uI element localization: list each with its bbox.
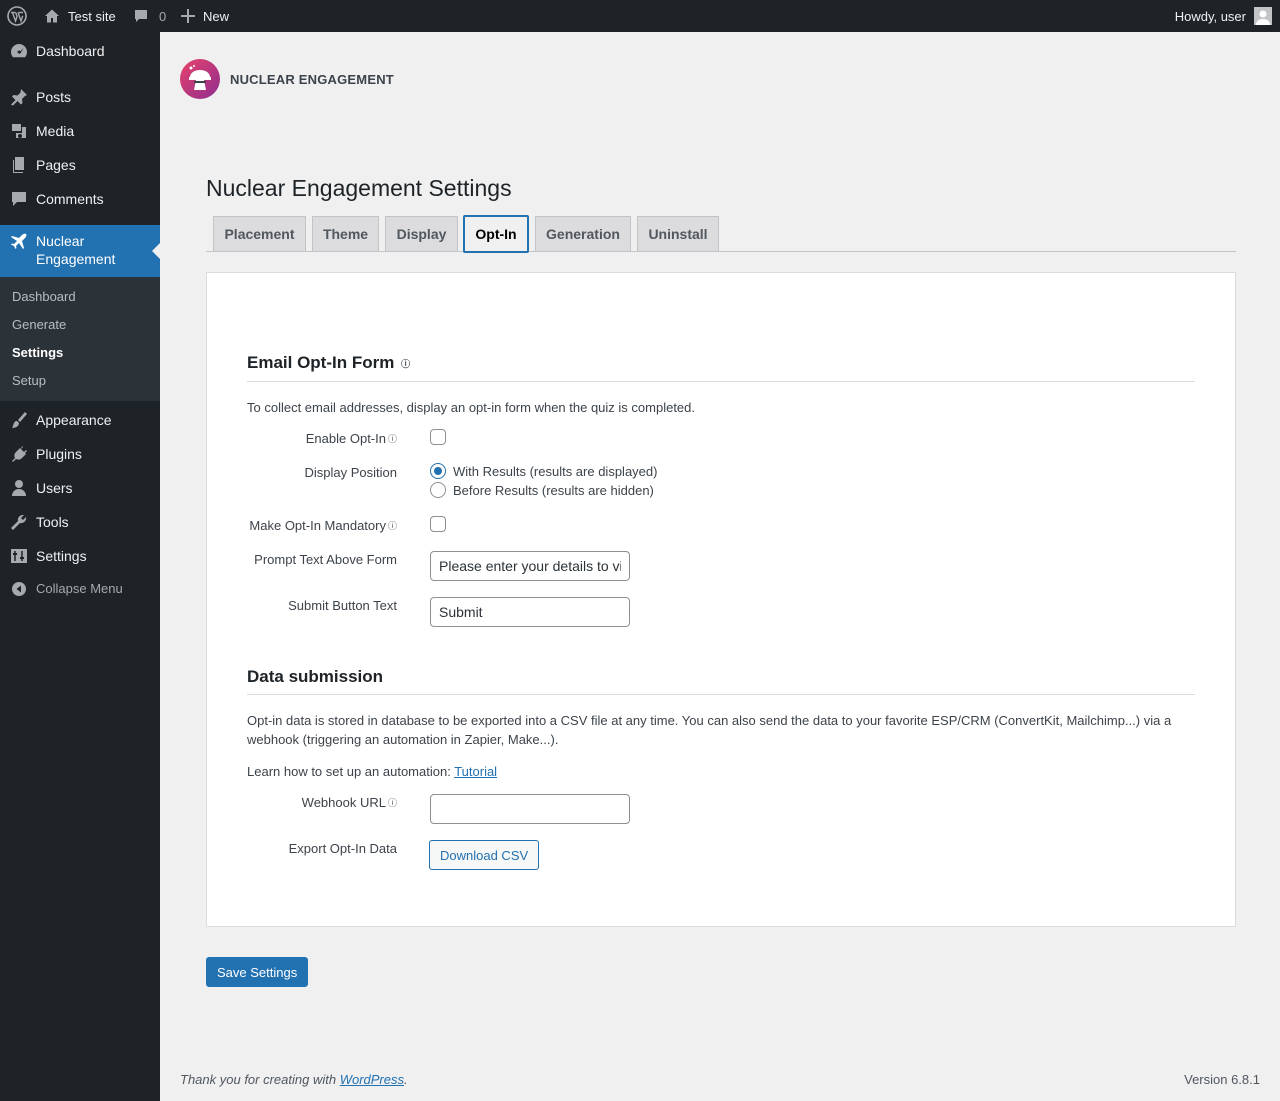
page-title: Nuclear Engagement Settings — [206, 175, 512, 201]
settings-tabs: Placement Theme Display Opt-In Generatio… — [206, 215, 1236, 253]
submenu-setup[interactable]: Setup — [12, 373, 46, 388]
pin-icon — [9, 87, 29, 107]
nuclear-submenu: Dashboard Generate Settings Setup — [0, 277, 160, 401]
optin-description: To collect email addresses, display an o… — [247, 400, 695, 415]
wordpress-link[interactable]: WordPress — [340, 1072, 404, 1087]
info-icon[interactable]: ⓘ — [388, 521, 397, 531]
webhook-url-input[interactable] — [430, 794, 630, 824]
tab-placement[interactable]: Placement — [213, 216, 306, 252]
footer-thanks-suffix: . — [404, 1072, 408, 1087]
comment-bubble-icon — [133, 8, 149, 24]
webhook-url-label: Webhook URL ⓘ — [302, 795, 397, 810]
optin-heading-text: Email Opt-In Form — [247, 353, 395, 372]
data-submission-description: Opt-in data is stored in database to be … — [247, 713, 1172, 747]
download-csv-button[interactable]: Download CSV — [429, 840, 540, 870]
display-position-label: Display Position — [304, 465, 398, 480]
save-settings-button[interactable]: Save Settings — [206, 957, 309, 987]
radio-button-checked[interactable] — [430, 463, 446, 479]
mandatory-optin-label-text: Make Opt-In Mandatory — [249, 518, 386, 533]
site-name-link[interactable]: Test site — [44, 0, 116, 32]
webhook-url-label-text: Webhook URL — [301, 795, 386, 810]
tab-theme[interactable]: Theme — [312, 216, 379, 252]
footer-thanks: Thank you for creating with WordPress. — [180, 1072, 408, 1087]
enable-optin-label: Enable Opt-In ⓘ — [306, 431, 397, 446]
menu-nuclear-engagement[interactable]: Nuclear Engagement — [0, 225, 160, 277]
admin-bar: Test site 0 New Howdy, user — [0, 0, 1280, 32]
current-menu-arrow — [152, 243, 160, 259]
nuclear-engagement-logo-icon — [180, 59, 220, 99]
new-content-link[interactable]: New — [181, 0, 229, 32]
new-label: New — [203, 8, 230, 24]
brush-icon — [9, 410, 29, 430]
plane-icon — [9, 231, 29, 251]
account-menu[interactable]: Howdy, user — [1175, 0, 1272, 32]
dashboard-icon — [9, 41, 29, 61]
tab-display[interactable]: Display — [385, 216, 458, 252]
sliders-icon — [9, 546, 29, 566]
radio-button[interactable] — [430, 482, 446, 498]
automation-help-text: Learn how to set up an automation: Tutor… — [247, 762, 1195, 781]
user-icon — [9, 478, 29, 498]
comment-icon — [9, 189, 29, 209]
position-before-results-label: Before Results (results are hidden) — [453, 482, 654, 498]
media-icon — [9, 121, 29, 141]
export-optin-label: Export Opt-In Data — [288, 841, 397, 856]
admin-sidebar: Dashboard Posts Media Pages Comments Nuc… — [0, 32, 160, 1101]
info-icon[interactable]: ⓘ — [388, 434, 397, 444]
mandatory-optin-checkbox[interactable] — [430, 516, 446, 532]
comments-count: 0 — [159, 8, 167, 24]
position-with-results-label: With Results (results are displayed) — [453, 463, 658, 479]
position-before-results-radio[interactable]: Before Results (results are hidden) — [430, 482, 654, 498]
submit-button-text-label: Submit Button Text — [288, 598, 397, 613]
footer-version: Version 6.8.1 — [1184, 1072, 1260, 1087]
opt-in-settings-panel: Email Opt-In Form ⓘ To collect email add… — [206, 272, 1236, 927]
position-with-results-radio[interactable]: With Results (results are displayed) — [430, 463, 657, 479]
home-icon — [44, 8, 60, 24]
enable-optin-checkbox[interactable] — [430, 429, 446, 445]
brand-name: NUCLEAR ENGAGEMENT — [230, 71, 394, 87]
submit-button-text-input[interactable] — [430, 597, 630, 627]
section-divider — [247, 381, 1195, 382]
nuclear-label-line2: Engagement — [36, 251, 116, 267]
footer-thanks-prefix: Thank you for creating with — [180, 1072, 337, 1087]
info-icon[interactable]: ⓘ — [388, 798, 397, 808]
prompt-text-input[interactable] — [430, 551, 630, 581]
plug-icon — [9, 444, 29, 464]
greeting: Howdy, user — [1174, 8, 1246, 24]
prompt-text-label: Prompt Text Above Form — [254, 552, 397, 567]
enable-optin-label-text: Enable Opt-In — [305, 431, 386, 446]
tab-opt-in[interactable]: Opt-In — [463, 215, 529, 253]
site-name: Test site — [68, 8, 116, 24]
section-divider — [247, 694, 1195, 695]
comments-link[interactable]: 0 — [133, 0, 166, 32]
tutorial-link[interactable]: Tutorial — [454, 764, 497, 779]
submenu-generate[interactable]: Generate — [12, 317, 66, 332]
tab-uninstall[interactable]: Uninstall — [637, 216, 719, 252]
nuclear-label-line1: Nuclear — [36, 233, 85, 249]
data-submission-heading: Data submission — [247, 667, 384, 686]
wordpress-logo-icon[interactable] — [7, 0, 27, 32]
submenu-dashboard[interactable]: Dashboard — [12, 289, 76, 304]
avatar — [1254, 7, 1272, 25]
mandatory-optin-label: Make Opt-In Mandatory ⓘ — [249, 518, 397, 533]
plus-icon — [181, 9, 195, 23]
tab-generation[interactable]: Generation — [535, 216, 631, 252]
submenu-settings[interactable]: Settings — [12, 345, 63, 360]
wrench-icon — [9, 512, 29, 532]
pages-icon — [9, 155, 29, 175]
optin-section-heading: Email Opt-In Form ⓘ — [247, 353, 410, 373]
collapse-icon — [9, 579, 29, 599]
learn-prefix: Learn how to set up an automation: — [247, 764, 451, 779]
info-icon[interactable]: ⓘ — [401, 359, 410, 369]
plugin-brand: NUCLEAR ENGAGEMENT — [180, 59, 394, 99]
